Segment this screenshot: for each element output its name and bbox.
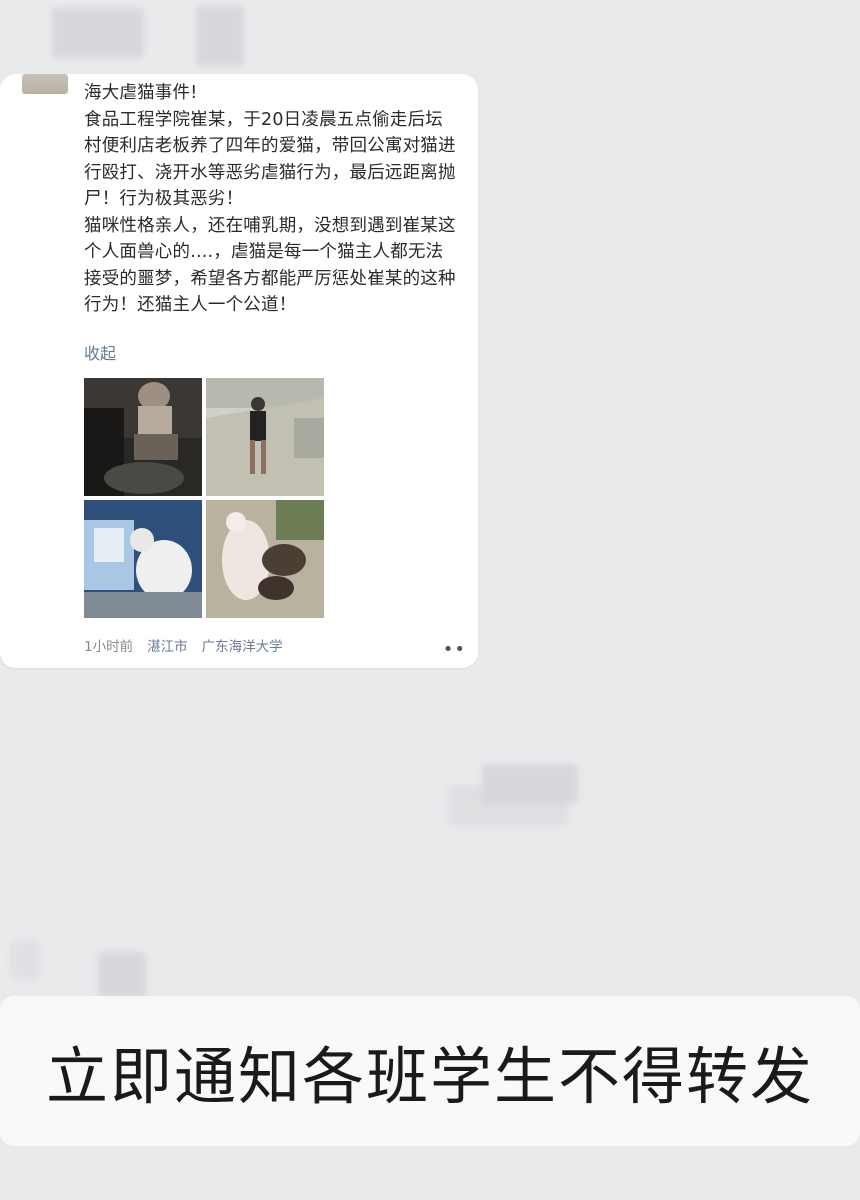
photo-grid xyxy=(84,378,324,620)
redacted-middle-area-2 xyxy=(448,786,568,826)
more-icon[interactable]: •• xyxy=(443,639,466,660)
post-card: 海大虐猫事件! 食品工程学院崔某，于20日凌晨五点偷走后坛村便利店老板养了四年的… xyxy=(0,74,478,668)
post-location-school[interactable]: 广东海洋大学 xyxy=(202,635,283,655)
post-text: 海大虐猫事件! 食品工程学院崔某，于20日凌晨五点偷走后坛村便利店老板养了四年的… xyxy=(84,80,460,319)
photo-3[interactable] xyxy=(84,500,202,618)
caption-bar: 立即通知各班学生不得转发 xyxy=(0,996,860,1146)
redacted-lower-area xyxy=(98,952,146,998)
post-body: 食品工程学院崔某，于20日凌晨五点偷走后坛村便利店老板养了四年的爱猫，带回公寓对… xyxy=(84,109,456,316)
avatar[interactable] xyxy=(22,74,68,94)
post-title: 海大虐猫事件! xyxy=(84,83,198,103)
post-location-city[interactable]: 湛江市 xyxy=(147,635,188,655)
post-meta: 1小时前 湛江市 广东海洋大学 xyxy=(84,634,460,656)
redacted-lower-area-2 xyxy=(10,940,40,980)
photo-1[interactable] xyxy=(84,378,202,496)
photo-4[interactable] xyxy=(206,500,324,618)
post-time: 1小时前 xyxy=(84,639,134,655)
redacted-header-area-1 xyxy=(52,8,144,58)
collapse-link[interactable]: 收起 xyxy=(84,340,116,364)
photo-2[interactable] xyxy=(206,378,324,496)
redacted-header-area-2 xyxy=(196,6,244,66)
caption-text: 立即通知各班学生不得转发 xyxy=(45,1040,814,1113)
